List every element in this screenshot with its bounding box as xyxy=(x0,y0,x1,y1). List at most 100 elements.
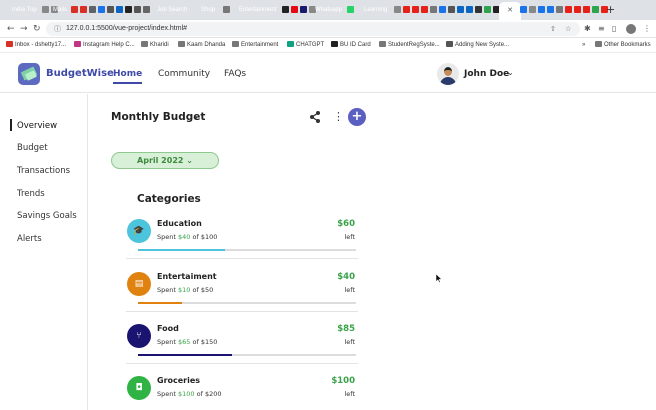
ticket-icon: ▤ xyxy=(127,272,151,296)
tab-group-shop[interactable]: Shop xyxy=(197,4,219,16)
nav-community[interactable]: Community xyxy=(158,68,210,80)
new-tab-button[interactable]: + xyxy=(606,3,615,17)
category-spent: Spent $40 of $100 xyxy=(157,233,218,241)
bookmarks-bar: Inbox - dshetty17... Instagram Help C...… xyxy=(0,38,656,53)
progress-track xyxy=(138,354,356,356)
category-item-entertainment[interactable]: ▤ Entertaiment Spent $10 of $50 $40 left xyxy=(126,266,358,318)
share-icon[interactable] xyxy=(308,110,322,124)
categories-heading: Categories xyxy=(137,193,201,205)
shopping-bag-icon: ◘ xyxy=(127,376,151,400)
avatar[interactable] xyxy=(437,63,459,85)
graduation-cap-icon: 🎓 xyxy=(127,219,151,243)
extensions-icon[interactable]: ✱ xyxy=(584,24,591,34)
tab-group-entertainment[interactable]: Entertainment xyxy=(235,4,280,16)
progress-fill xyxy=(138,354,232,356)
category-left-amount: $100 xyxy=(331,376,355,386)
brand-name[interactable]: BudgetWise xyxy=(46,68,114,80)
browser-menu-icon[interactable]: ⋮ xyxy=(643,24,651,34)
bookmark-bu-id-card[interactable]: BU ID Card xyxy=(331,41,371,50)
chevron-down-icon[interactable]: ⌄ xyxy=(507,67,514,79)
tab-group-mails[interactable]: Mails xyxy=(49,4,71,16)
add-button[interactable]: + xyxy=(348,108,366,126)
forward-arrow-icon[interactable]: → xyxy=(20,23,28,35)
tab-group-whatsapp[interactable]: Whatsapp xyxy=(311,4,346,16)
sidebar-item-trends[interactable]: Trends xyxy=(17,188,45,200)
nav-faqs[interactable]: FAQs xyxy=(224,68,246,80)
address-bar-row: ← → ↻ ⓘ 127.0.0.1:5500/vue-project/index… xyxy=(0,20,656,38)
chevron-down-icon[interactable]: ⌄ xyxy=(192,111,200,124)
category-name: Groceries xyxy=(157,376,201,385)
back-arrow-icon[interactable]: ← xyxy=(7,23,15,35)
tab-favicons[interactable] xyxy=(223,5,230,15)
close-icon[interactable]: ✕ xyxy=(507,6,513,14)
info-icon[interactable]: ⓘ xyxy=(54,24,61,34)
category-left-label: left xyxy=(344,286,355,294)
month-selector[interactable]: April 2022 ⌄ xyxy=(111,152,219,169)
url-text[interactable]: 127.0.0.1:5500/vue-project/index.html# xyxy=(66,23,187,35)
omnibox[interactable]: ⓘ 127.0.0.1:5500/vue-project/index.html#… xyxy=(46,22,580,36)
bookmark-entertainment[interactable]: Entertainment xyxy=(232,41,278,50)
category-left-label: left xyxy=(344,390,355,398)
sidebar-item-savings-goals[interactable]: Savings Goals xyxy=(17,210,77,222)
category-spent: Spent $10 of $50 xyxy=(157,286,214,294)
tab-favicons[interactable] xyxy=(520,5,608,15)
category-left-amount: $85 xyxy=(337,324,355,334)
category-name: Education xyxy=(157,219,202,228)
bookmark-other[interactable]: Other Bookmarks xyxy=(595,41,651,50)
category-left-amount: $40 xyxy=(337,272,355,282)
bookmark-kharidi[interactable]: Kharidi xyxy=(141,41,169,50)
sidebar-item-transactions[interactable]: Transactions xyxy=(17,165,70,177)
budgetwise-logo[interactable] xyxy=(18,63,40,85)
sidebar-item-overview[interactable]: Overview xyxy=(17,120,57,132)
bookmark-star-icon[interactable]: ☆ xyxy=(565,24,571,34)
progress-fill xyxy=(138,249,226,251)
active-tab[interactable]: ✕ xyxy=(499,2,521,20)
sidebar: Overview Budget Transactions Trends Savi… xyxy=(0,94,88,410)
bookmark-chatgpt[interactable]: CHATGPT xyxy=(287,41,324,50)
bookmark-kaam-dhanda[interactable]: Kaam Dhanda xyxy=(178,41,225,50)
divider xyxy=(126,363,358,364)
category-item-food[interactable]: ⑂ Food Spent $65 of $150 $85 left xyxy=(126,318,358,370)
category-name: Entertaiment xyxy=(157,272,217,281)
share-page-icon[interactable]: ⇧ xyxy=(550,24,556,34)
divider xyxy=(126,258,358,259)
sidebar-item-alerts[interactable]: Alerts xyxy=(17,233,42,245)
category-spent: Spent $65 of $150 xyxy=(157,338,218,346)
divider xyxy=(126,311,358,312)
nav-home[interactable]: Home xyxy=(113,68,143,84)
category-left-label: left xyxy=(344,233,355,241)
tab-favicons[interactable] xyxy=(71,5,150,15)
category-name: Food xyxy=(157,324,179,333)
tab-favicons[interactable] xyxy=(347,5,354,15)
month-label: April 2022 xyxy=(137,156,184,165)
fork-knife-icon: ⑂ xyxy=(127,324,151,348)
progress-track xyxy=(138,249,356,251)
progress-track xyxy=(138,302,356,304)
sidepanel-icon[interactable]: ▯ xyxy=(612,24,616,34)
category-item-education[interactable]: 🎓 Education Spent $40 of $100 $60 left xyxy=(126,213,358,265)
tab-group-job-search[interactable]: Job Search xyxy=(153,4,191,16)
tab-group-learning[interactable]: Learning xyxy=(360,4,391,16)
bookmark-adding-new-system[interactable]: Adding New Syste... xyxy=(446,41,509,50)
category-item-groceries[interactable]: ◘ Groceries Spent $100 of $200 $100 left xyxy=(126,370,358,410)
user-name[interactable]: John Doe xyxy=(464,68,509,80)
app-header: BudgetWise Home Community FAQs John Doe … xyxy=(0,53,656,93)
category-left-label: left xyxy=(344,338,355,346)
browser-tab-bar: India Trip Mails Job Search Shop Enterta… xyxy=(0,0,656,20)
progress-fill xyxy=(138,302,182,304)
reload-icon[interactable]: ↻ xyxy=(33,23,41,35)
category-spent: Spent $100 of $200 xyxy=(157,390,222,398)
more-options-icon[interactable]: ⋮ xyxy=(333,110,344,124)
browser-profile-avatar[interactable] xyxy=(626,24,636,34)
bookmarks-overflow-icon[interactable]: » xyxy=(582,41,585,50)
category-left-amount: $60 xyxy=(337,219,355,229)
bookmark-student-reg[interactable]: StudentRegSyste... xyxy=(379,41,440,50)
reading-list-icon[interactable]: ≡ xyxy=(598,24,605,34)
mouse-cursor-icon xyxy=(436,274,442,283)
bookmark-instagram-help[interactable]: Instagram Help C... xyxy=(74,41,135,50)
bookmark-inbox[interactable]: Inbox - dshetty17... xyxy=(6,41,66,50)
tab-favicons[interactable] xyxy=(394,5,500,15)
tab-group-india-trip[interactable]: India Trip xyxy=(8,4,41,16)
sidebar-item-budget[interactable]: Budget xyxy=(17,142,48,154)
chevron-down-icon: ⌄ xyxy=(186,156,193,165)
